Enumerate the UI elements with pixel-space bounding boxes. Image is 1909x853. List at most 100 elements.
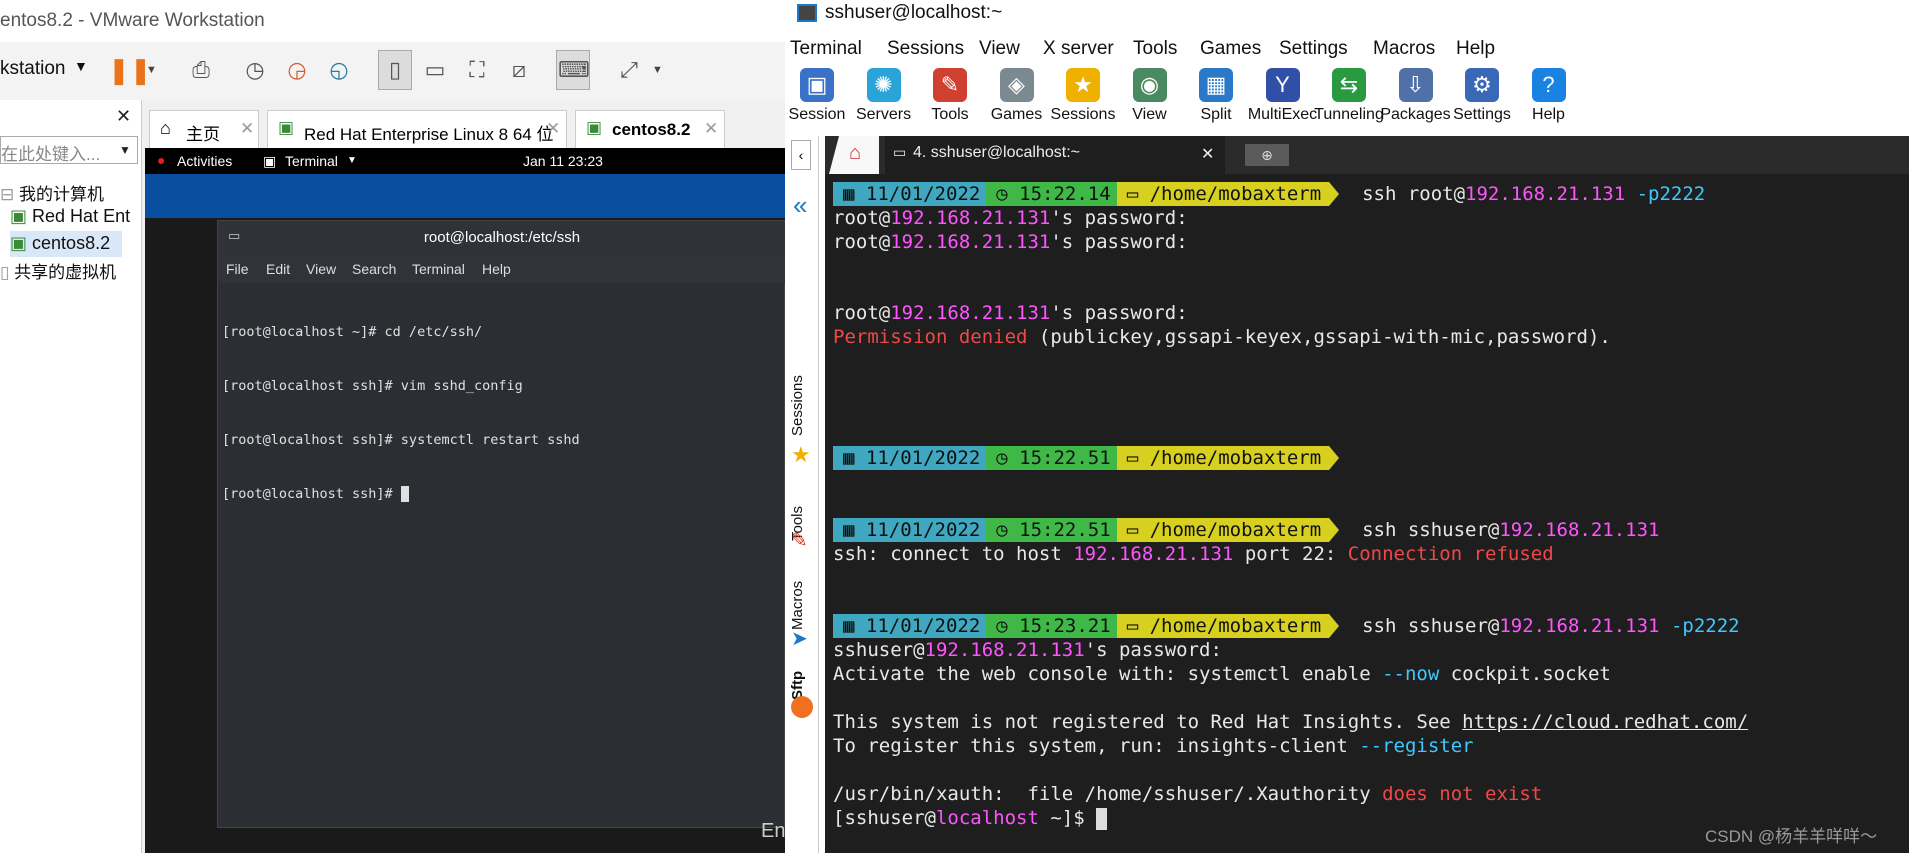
menu-help[interactable]: Help bbox=[1456, 38, 1495, 60]
menu-edit[interactable]: Edit bbox=[266, 261, 290, 277]
chevron-down-icon[interactable]: ▼ bbox=[119, 143, 131, 157]
redhat-icon: ● bbox=[157, 152, 166, 168]
toolbar-label: Split bbox=[1200, 106, 1232, 123]
library-icon: ▯ bbox=[388, 57, 402, 82]
close-icon[interactable]: ✕ bbox=[116, 106, 131, 127]
view-icon: ◉ bbox=[1132, 68, 1167, 102]
tab-rhel[interactable]: ▣ Red Hat Enterprise Linux 8 64 位 ✕ bbox=[267, 110, 567, 148]
stretch-icon[interactable]: ⤢ bbox=[614, 55, 644, 85]
send-keys-icon[interactable]: ⎙ bbox=[186, 55, 216, 85]
toolbar-label: Packages bbox=[1380, 106, 1451, 123]
close-icon[interactable]: ✕ bbox=[704, 119, 718, 139]
toolbar-label: Help bbox=[1532, 106, 1565, 123]
home-tab[interactable]: ⌂ bbox=[829, 136, 879, 174]
vmware-toolbar: kstation ▼ ❚❚ ▼ ⎙ ◷ ◶ ◵ ▯ ▭ ⛶ ⧄ ⌨ ⤢ ▼ bbox=[0, 42, 785, 100]
star-icon: ★ bbox=[1066, 68, 1100, 102]
terminal-output[interactable]: ▦ 11/01/2022 ◷ 15:22.14 ▭ /home/mobaxterm … bbox=[825, 174, 1909, 853]
menu-xserver[interactable]: X server bbox=[1043, 38, 1114, 60]
menu-sessions[interactable]: Sessions bbox=[887, 38, 964, 60]
packages-icon: ⇩ bbox=[1398, 68, 1433, 102]
mobaxterm-window: sshuser@localhost:~ Terminal Sessions Vi… bbox=[785, 0, 1909, 853]
menu-terminal[interactable]: Terminal bbox=[412, 261, 465, 277]
menu-view[interactable]: View bbox=[979, 38, 1020, 60]
chevron-down-icon[interactable]: ▼ bbox=[652, 64, 663, 76]
new-tab-button[interactable]: ⊕ bbox=[1245, 144, 1289, 166]
menu-help[interactable]: Help bbox=[482, 261, 511, 277]
menu-settings[interactable]: Settings bbox=[1279, 38, 1348, 60]
tab-home[interactable]: ⌂ 主页 ✕ bbox=[149, 110, 259, 148]
gnome-clock[interactable]: Jan 11 23:23 bbox=[523, 153, 603, 169]
library-item-rhel[interactable]: ▣ Red Hat Ent bbox=[10, 206, 130, 227]
library-item-my-computer[interactable]: ⊟ 我的计算机 bbox=[0, 180, 104, 205]
snapshot-manager-icon[interactable]: ◵ bbox=[324, 55, 354, 85]
terminal-tab-active[interactable]: ▭ 4. sshuser@localhost:~ ✕ bbox=[885, 136, 1225, 174]
terminal-app-icon: ▣ bbox=[263, 153, 277, 169]
toolbar-label: Sessions bbox=[1050, 106, 1116, 123]
prompt-date: ▦ 11/01/2022 bbox=[833, 446, 987, 470]
unity-icon[interactable]: ⧄ bbox=[504, 55, 534, 85]
guest-display[interactable]: ● Activities ▣ Terminal ▼ Jan 11 23:23 ▭… bbox=[145, 148, 785, 853]
chevron-down-icon[interactable]: ▼ bbox=[74, 58, 88, 74]
console-view-icon[interactable]: ▭ bbox=[420, 55, 450, 85]
chevron-down-icon: ▼ bbox=[347, 155, 357, 166]
toolbar-button-help[interactable]: ? Help bbox=[1509, 64, 1589, 124]
close-icon[interactable]: ✕ bbox=[1201, 144, 1214, 164]
prompt-path: ▭ /home/mobaxterm bbox=[1116, 518, 1330, 542]
desktop-banner bbox=[145, 174, 785, 218]
library-item-shared[interactable]: ▯ 共享的虚拟机 bbox=[0, 258, 116, 283]
terminal-line: [root@localhost ssh]# bbox=[222, 485, 580, 503]
servers-icon: ✺ bbox=[866, 68, 901, 102]
terminal-line: root@192.168.21.131's password: bbox=[833, 231, 1188, 253]
revert-snapshot-icon[interactable]: ◶ bbox=[282, 55, 312, 85]
menu-macros[interactable]: Macros bbox=[1373, 38, 1435, 60]
terminal-line: [root@localhost ~]# cd /etc/ssh/ bbox=[222, 324, 483, 340]
library-search[interactable]: 在此处键入... ▼ bbox=[0, 136, 138, 164]
prompt-line: ▦ 11/01/2022 ◷ 15:22.14 ▭ /home/mobaxterm … bbox=[833, 182, 1705, 206]
side-tab-sftp[interactable]: Sftp bbox=[789, 658, 815, 700]
cursor bbox=[400, 486, 409, 502]
snapshot-icon[interactable]: ◷ bbox=[240, 55, 270, 85]
menu-file[interactable]: File bbox=[226, 261, 249, 277]
vmware-window: entos8.2 - VMware Workstation kstation ▼… bbox=[0, 0, 785, 853]
vm-icon: ▣ bbox=[278, 118, 295, 137]
library-item-centos[interactable]: ▣ centos8.2 bbox=[10, 231, 122, 257]
menu-terminal[interactable]: Terminal bbox=[790, 38, 862, 60]
chevron-down-icon[interactable]: ▼ bbox=[146, 64, 157, 76]
menu-games[interactable]: Games bbox=[1200, 38, 1261, 60]
terminal-line: root@192.168.21.131's password: bbox=[833, 302, 1188, 324]
activities-button[interactable]: Activities bbox=[177, 153, 232, 169]
guest-terminal-output[interactable]: [root@localhost ~]# cd /etc/ssh/ [root@l… bbox=[222, 287, 580, 539]
pause-icon[interactable]: ❚❚ bbox=[108, 55, 152, 85]
settings-icon: ⚙ bbox=[1465, 68, 1499, 102]
prompt-line: ▦ 11/01/2022 ◷ 15:22.51 ▭ /home/mobaxterm … bbox=[833, 518, 1660, 542]
toolbar-label: Servers bbox=[855, 106, 912, 123]
double-chevron-left-icon[interactable]: « bbox=[793, 190, 807, 221]
side-tab-macros[interactable]: Macros bbox=[789, 568, 815, 630]
close-icon[interactable]: ✕ bbox=[240, 119, 254, 139]
tab-centos[interactable]: ▣ centos8.2 ✕ bbox=[575, 110, 725, 148]
close-icon[interactable]: ✕ bbox=[546, 119, 560, 139]
menu-view[interactable]: View bbox=[306, 261, 336, 277]
fullscreen-icon[interactable]: ⛶ bbox=[462, 55, 492, 85]
guest-terminal-window[interactable]: ▭ root@localhost:/etc/ssh File Edit View… bbox=[217, 220, 785, 828]
vmware-menu-label[interactable]: kstation bbox=[0, 58, 65, 80]
menu-search[interactable]: Search bbox=[352, 261, 396, 277]
mobaxterm-toolbar: ▣ Session ✺ Servers ✎ Tools ◈ Games ★ Sessions ◉ Vi… bbox=[785, 64, 1909, 136]
app-menu[interactable]: Terminal bbox=[285, 153, 338, 169]
session-icon: ▣ bbox=[800, 68, 834, 102]
watermark: CSDN @杨羊羊咩咩～ bbox=[1705, 827, 1878, 846]
toolbar-label: Tunneling bbox=[1314, 106, 1384, 123]
vm-icon: ▣ bbox=[10, 233, 28, 253]
menu-tools[interactable]: Tools bbox=[1133, 38, 1177, 60]
side-tab-sessions[interactable]: Sessions bbox=[789, 375, 806, 436]
collapse-panel-button[interactable]: ‹ bbox=[791, 140, 811, 170]
prompt-time: ◷ 15:22.51 bbox=[986, 446, 1117, 470]
toolbar-label: Games bbox=[990, 106, 1043, 123]
sftp-icon bbox=[791, 696, 813, 718]
home-icon: ⌂ bbox=[160, 118, 171, 138]
help-icon: ? bbox=[1531, 68, 1566, 102]
prompt-date: ▦ 11/01/2022 bbox=[833, 518, 987, 542]
multiexec-icon: Y bbox=[1265, 68, 1300, 102]
prompt-time: ◷ 15:22.51 bbox=[986, 518, 1117, 542]
terminal-icon: ⌨ bbox=[558, 57, 590, 82]
